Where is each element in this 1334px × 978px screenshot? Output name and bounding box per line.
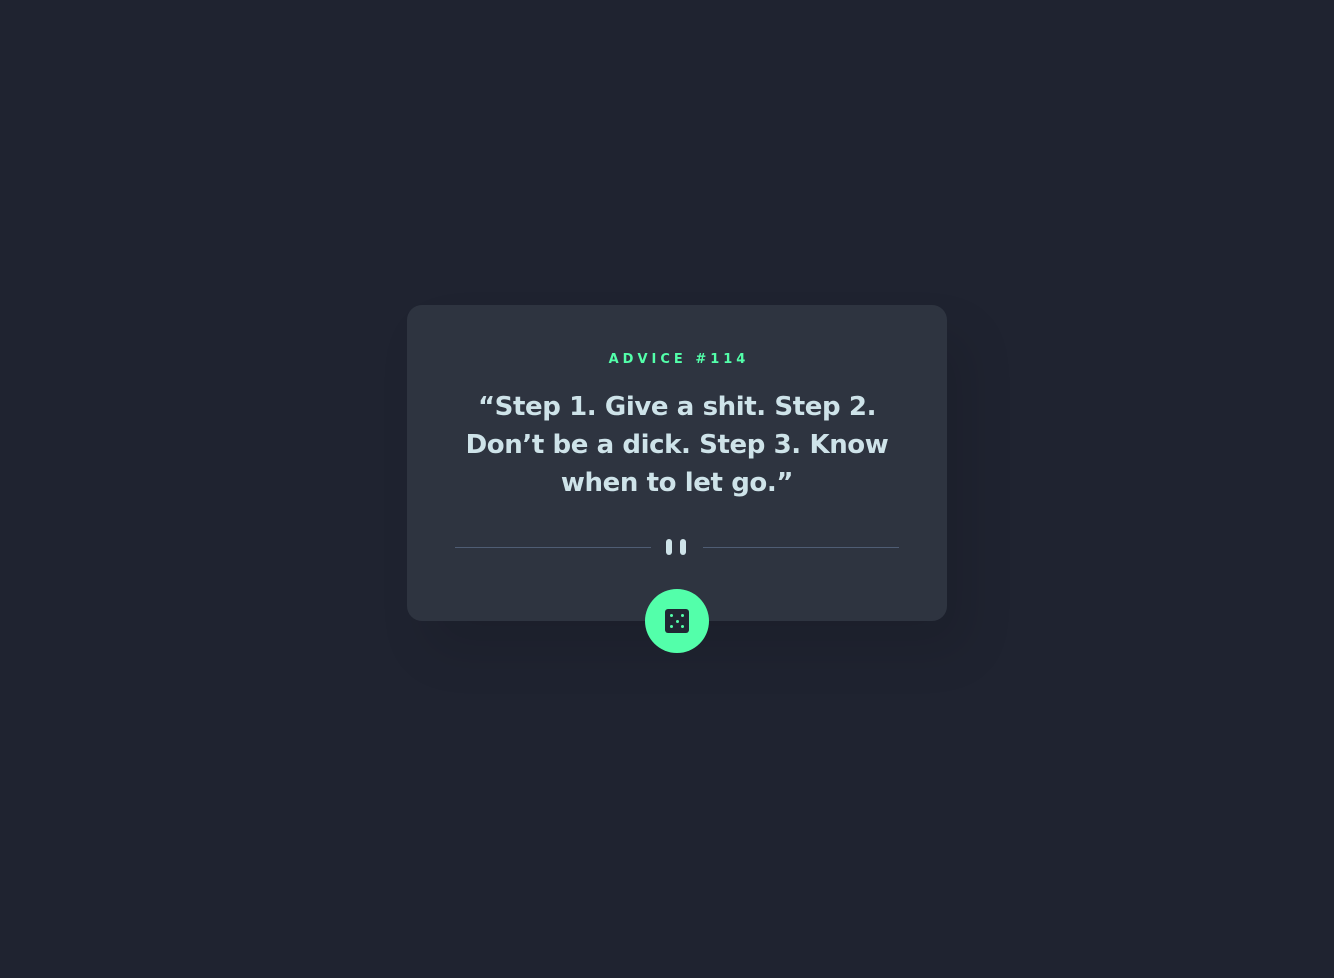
advice-quote: “Step 1. Give a shit. Step 2. Don’t be a… <box>465 392 889 498</box>
dice-icon <box>665 609 689 633</box>
divider-line-left <box>455 547 651 548</box>
pause-bar-right <box>680 539 686 555</box>
new-advice-button[interactable] <box>645 589 709 653</box>
divider-line-right <box>703 547 899 548</box>
pause-icon <box>666 539 688 555</box>
advice-number-label: ADVICE #114 <box>608 352 750 367</box>
advice-card: ADVICE #114 “Step 1. Give a shit. Step 2… <box>407 305 947 621</box>
pause-bar-left <box>666 539 672 555</box>
divider <box>455 539 899 555</box>
